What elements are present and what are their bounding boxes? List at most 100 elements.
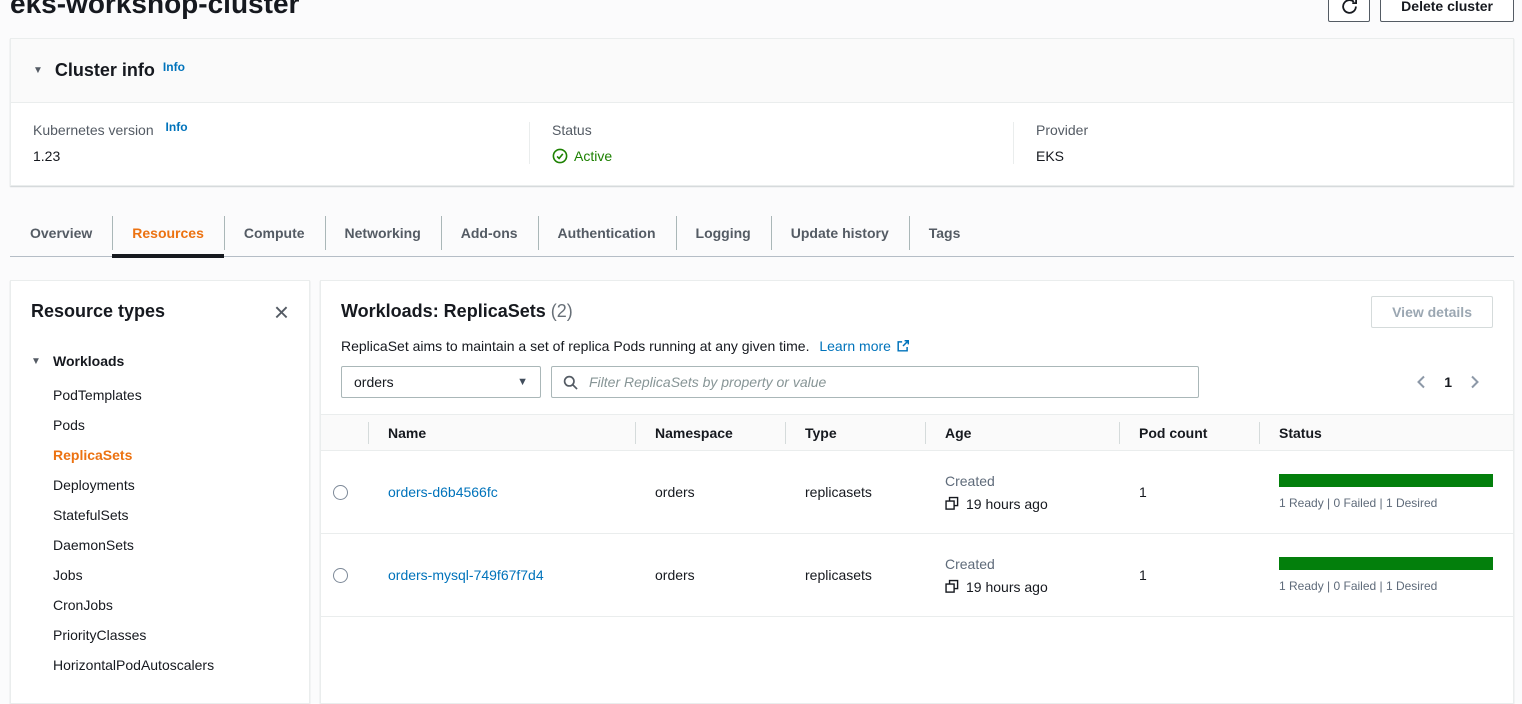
previous-page-button[interactable] (1415, 374, 1427, 390)
sidebar-item-pods[interactable]: Pods (53, 410, 289, 440)
age-cell: Created 19 hours ago (925, 473, 1119, 512)
header-namespace: Namespace (635, 415, 785, 450)
cluster-tabs: Overview Resources Compute Networking Ad… (10, 210, 1514, 257)
kubernetes-version-value: 1.23 (33, 148, 507, 164)
learn-more-text: Learn more (819, 336, 891, 356)
delete-cluster-button[interactable]: Delete cluster (1380, 0, 1514, 22)
sidebar-item-replicasets[interactable]: ReplicaSets (53, 440, 289, 470)
kubernetes-version-label: Kubernetes version (33, 122, 154, 138)
refresh-button[interactable] (1328, 0, 1370, 22)
sidebar-item-podtemplates[interactable]: PodTemplates (53, 380, 289, 410)
caret-down-icon: ▼ (31, 356, 53, 367)
status-ready-bar (1279, 557, 1493, 570)
page-title: eks-workshop-cluster (10, 0, 299, 19)
pagination: 1 (1415, 374, 1493, 390)
tab-resources[interactable]: Resources (112, 210, 224, 256)
header-actions: Delete cluster (1328, 0, 1514, 22)
search-input[interactable] (587, 373, 1187, 391)
workloads-group-label: Workloads (53, 353, 124, 369)
cluster-info-expander[interactable]: ▼ Cluster info Info (11, 39, 1513, 103)
table-header-row: Name Namespace Type Age Pod count Status (321, 415, 1513, 451)
provider-value: EKS (1036, 148, 1491, 164)
workloads-items: PodTemplates Pods ReplicaSets Deployment… (31, 380, 289, 680)
tree-group-workloads: ▼ Workloads PodTemplates Pods ReplicaSet… (31, 346, 289, 680)
check-circle-icon (552, 148, 568, 164)
status-cell: 1 Ready | 0 Failed | 1 Desired (1259, 557, 1513, 593)
tree-group-cluster-toggle[interactable]: ▶ Cluster (31, 696, 289, 704)
sidebar-item-priorityclasses[interactable]: PriorityClasses (53, 620, 289, 650)
sidebar-item-horizontalpodautoscalers[interactable]: HorizontalPodAutoscalers (53, 650, 289, 680)
type-cell: replicasets (785, 567, 925, 583)
namespace-filter-value: orders (354, 374, 394, 390)
provider-label: Provider (1036, 122, 1491, 138)
eks-cluster-page: { "page_title": "eks-workshop-cluster", … (0, 0, 1522, 702)
row-select-radio[interactable] (333, 485, 348, 500)
next-page-button[interactable] (1469, 374, 1481, 390)
cluster-info-panel: ▼ Cluster info Info Kubernetes version I… (10, 38, 1514, 186)
chevron-right-icon (1469, 374, 1481, 390)
name-cell: orders-d6b4566fc (368, 484, 635, 500)
resource-tree: ▼ Workloads PodTemplates Pods ReplicaSet… (31, 346, 289, 704)
table-row: orders-d6b4566fc orders replicasets Crea… (321, 451, 1513, 534)
row-select-cell (321, 485, 368, 500)
dropdown-caret-icon: ▼ (517, 376, 528, 388)
tree-group-cluster: ▶ Cluster (31, 696, 289, 704)
tab-logging[interactable]: Logging (676, 210, 771, 256)
chevron-left-icon (1415, 374, 1427, 390)
tab-authentication[interactable]: Authentication (538, 210, 676, 256)
sidebar-header: Resource types × (31, 301, 289, 322)
caret-down-icon: ▼ (33, 65, 43, 76)
close-icon[interactable]: × (274, 302, 289, 322)
view-details-button[interactable]: View details (1371, 296, 1493, 328)
header-status: Status (1259, 415, 1513, 450)
tab-add-ons[interactable]: Add-ons (441, 210, 538, 256)
status-caption: 1 Ready | 0 Failed | 1 Desired (1279, 496, 1513, 510)
cluster-info-info-link[interactable]: Info (163, 60, 185, 74)
sidebar-item-daemonsets[interactable]: DaemonSets (53, 530, 289, 560)
field-provider: Provider EKS (1013, 122, 1513, 164)
description-text: ReplicaSet aims to maintain a set of rep… (341, 338, 809, 354)
refresh-icon (1341, 0, 1358, 15)
replicasets-title-text: Workloads: ReplicaSets (341, 301, 546, 321)
row-select-radio[interactable] (333, 568, 348, 583)
tab-networking[interactable]: Networking (325, 210, 441, 256)
header-select-column (321, 415, 368, 450)
sidebar-item-jobs[interactable]: Jobs (53, 560, 289, 590)
sidebar-item-statefulsets[interactable]: StatefulSets (53, 500, 289, 530)
header-name: Name (368, 415, 635, 450)
tab-update-history[interactable]: Update history (771, 210, 909, 256)
search-box (551, 366, 1199, 398)
age-created-label: Created (945, 473, 1119, 489)
sidebar-item-deployments[interactable]: Deployments (53, 470, 289, 500)
tree-group-workloads-toggle[interactable]: ▼ Workloads (31, 346, 289, 376)
replicasets-panel: Workloads: ReplicaSets (2) View details … (320, 280, 1514, 704)
tab-tags[interactable]: Tags (909, 210, 981, 256)
namespace-filter-dropdown[interactable]: orders ▼ (341, 366, 541, 398)
header-type: Type (785, 415, 925, 450)
copy-icon[interactable] (945, 496, 959, 511)
content-area: Resource types × ▼ Workloads PodTemplate… (10, 280, 1514, 704)
learn-more-link[interactable]: Learn more (819, 336, 910, 356)
cluster-info-fields: Kubernetes version Info 1.23 Status Acti… (11, 103, 1513, 183)
age-cell: Created 19 hours ago (925, 556, 1119, 595)
status-cell: 1 Ready | 0 Failed | 1 Desired (1259, 474, 1513, 510)
tab-overview[interactable]: Overview (10, 210, 112, 256)
search-icon (563, 375, 578, 390)
sidebar-title: Resource types (31, 301, 165, 322)
replicaset-name-link[interactable]: orders-mysql-749f67f7d4 (388, 567, 544, 583)
header-age: Age (925, 415, 1119, 450)
pod-count-cell: 1 (1119, 484, 1259, 500)
current-page-number[interactable]: 1 (1444, 374, 1452, 390)
tab-compute[interactable]: Compute (224, 210, 325, 256)
external-link-icon (896, 339, 910, 353)
status-caption: 1 Ready | 0 Failed | 1 Desired (1279, 579, 1513, 593)
type-cell: replicasets (785, 484, 925, 500)
table-row: orders-mysql-749f67f7d4 orders replicase… (321, 534, 1513, 617)
kubernetes-version-info-link[interactable]: Info (166, 120, 188, 134)
copy-icon[interactable] (945, 579, 959, 594)
sidebar-item-cronjobs[interactable]: CronJobs (53, 590, 289, 620)
resource-types-sidebar: Resource types × ▼ Workloads PodTemplate… (10, 280, 310, 704)
replicaset-name-link[interactable]: orders-d6b4566fc (388, 484, 498, 500)
replicasets-description: ReplicaSet aims to maintain a set of rep… (341, 336, 1493, 356)
age-value: 19 hours ago (966, 496, 1048, 512)
